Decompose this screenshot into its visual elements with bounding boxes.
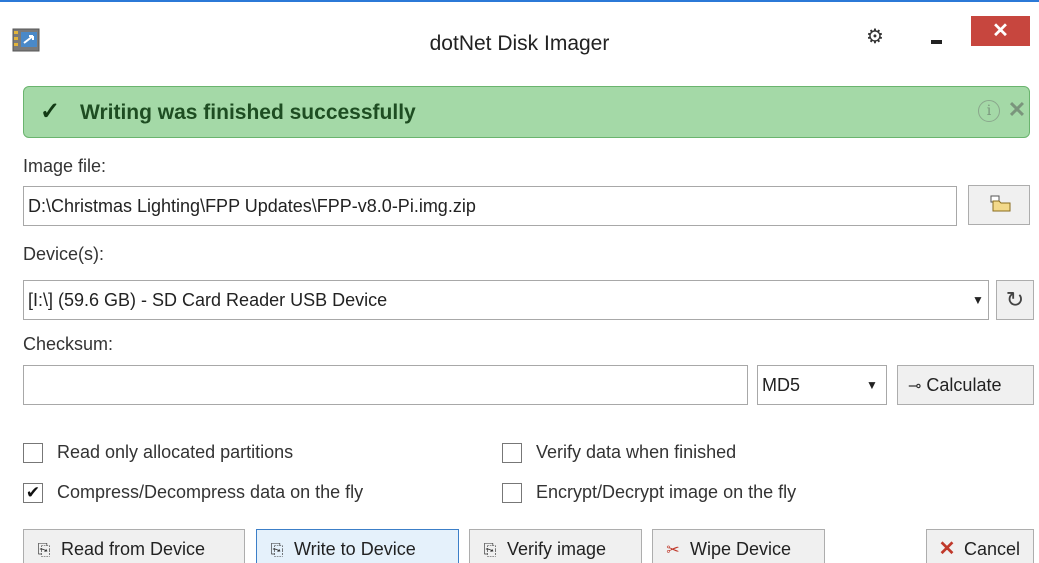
verify-when-finished-label: Verify data when finished [536, 442, 737, 462]
close-button[interactable]: ✕ [971, 16, 1030, 46]
device-select[interactable]: [I:\] (59.6 GB) - SD Card Reader USB Dev… [23, 280, 989, 320]
read-from-device-button[interactable]: ⎘ Read from Device [23, 529, 245, 563]
verify-image-label: Verify image [507, 539, 607, 559]
calculate-button[interactable]: ⊸ Calculate [897, 365, 1034, 405]
check-icon: ✓ [40, 98, 61, 125]
verify-image-icon: ⎘ [483, 542, 497, 559]
verify-image-button[interactable]: ⎘ Verify image [469, 529, 642, 563]
verify-when-finished-checkbox[interactable] [502, 443, 522, 463]
device-selected-value: [I:\] (59.6 GB) - SD Card Reader USB Dev… [28, 290, 388, 310]
cancel-label: Cancel [964, 539, 1021, 559]
title-bar: dotNet Disk Imager ⚙ ✕ [0, 2, 1039, 76]
cancel-button[interactable]: ✕ Cancel [926, 529, 1034, 563]
info-icon[interactable]: i [978, 100, 1000, 122]
write-to-device-label: Write to Device [294, 539, 416, 559]
wipe-device-label: Wipe Device [690, 539, 792, 559]
success-notification: ✓ Writing was finished successfully i ✕ [23, 86, 1030, 138]
dismiss-notification-icon[interactable]: ✕ [1006, 97, 1028, 123]
chevron-down-icon: ▼ [972, 293, 984, 307]
chevron-down-icon: ▼ [866, 378, 878, 392]
wipe-device-button[interactable]: ✂ Wipe Device [652, 529, 825, 563]
read-only-allocated-checkbox[interactable] [23, 443, 43, 463]
wipe-device-icon: ✂ [666, 542, 680, 559]
cancel-icon: ✕ [938, 538, 956, 560]
read-from-device-label: Read from Device [61, 539, 206, 559]
settings-gear-icon[interactable]: ⚙ [862, 24, 888, 50]
image-file-input[interactable]: D:\Christmas Lighting\FPP Updates\FPP-v8… [23, 186, 957, 226]
checksum-input[interactable] [23, 365, 748, 405]
checksum-algorithm-select[interactable]: MD5 ▼ [757, 365, 887, 405]
compress-on-fly-checkbox[interactable]: ✔ [23, 483, 43, 503]
refresh-devices-button[interactable]: ↻ [996, 280, 1034, 320]
read-only-allocated-label: Read only allocated partitions [57, 442, 294, 462]
encrypt-on-fly-checkbox[interactable] [502, 483, 522, 503]
browse-file-button[interactable] [968, 185, 1030, 225]
read-device-icon: ⎘ [37, 542, 51, 559]
key-icon: ⊸ [908, 378, 922, 395]
folder-icon [990, 195, 1011, 212]
notification-message: Writing was finished successfully [80, 101, 416, 124]
write-device-icon: ⎘ [270, 542, 284, 559]
devices-label: Device(s): [23, 244, 105, 264]
compress-on-fly-label: Compress/Decompress data on the fly [57, 482, 364, 502]
write-to-device-button[interactable]: ⎘ Write to Device [256, 529, 459, 563]
encrypt-on-fly-label: Encrypt/Decrypt image on the fly [536, 482, 797, 502]
checksum-algorithm-value: MD5 [762, 375, 801, 395]
minimize-button[interactable] [922, 24, 952, 54]
image-file-label: Image file: [23, 156, 107, 176]
calculate-label: Calculate [926, 375, 1002, 395]
checksum-label: Checksum: [23, 334, 114, 354]
minimize-icon [931, 40, 942, 44]
app-window: dotNet Disk Imager ⚙ ✕ ✓ Writing was fin… [0, 0, 1039, 563]
